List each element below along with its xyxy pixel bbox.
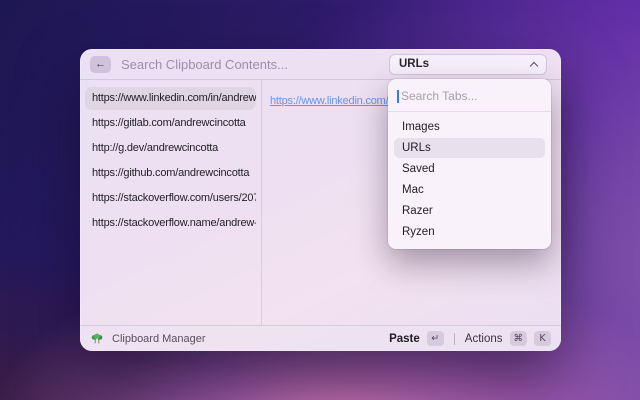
tabs-search-placeholder: Search Tabs... bbox=[401, 89, 478, 103]
actions-button[interactable]: Actions bbox=[465, 333, 503, 345]
back-button[interactable]: ← bbox=[90, 56, 111, 73]
paste-button[interactable]: Paste bbox=[389, 333, 420, 345]
back-arrow-icon: ← bbox=[95, 58, 106, 70]
return-key-badge: ↵ bbox=[427, 331, 444, 346]
footer-divider bbox=[454, 333, 455, 345]
footer-actions: Paste ↵ Actions ⌘ K bbox=[389, 331, 551, 346]
filter-dropdown-button[interactable]: URLs bbox=[389, 54, 547, 75]
filter-selected-label: URLs bbox=[399, 58, 429, 70]
list-item[interactable]: https://www.linkedin.com/in/andrew... bbox=[85, 87, 256, 110]
dropdown-item-ryzen[interactable]: Ryzen bbox=[394, 222, 545, 242]
list-item[interactable]: http://g.dev/andrewcincotta bbox=[85, 137, 256, 160]
list-item[interactable]: https://gitlab.com/andrewcincotta bbox=[85, 112, 256, 135]
dropdown-item-saved[interactable]: Saved bbox=[394, 159, 545, 179]
clipboard-search-input[interactable]: Search Clipboard Contents... bbox=[121, 57, 288, 72]
command-key-badge: ⌘ bbox=[510, 331, 528, 346]
preview-link[interactable]: https://www.linkedin.com/ bbox=[270, 95, 389, 107]
dropdown-divider bbox=[388, 111, 551, 112]
dropdown-item-urls[interactable]: URLs bbox=[394, 138, 545, 158]
text-caret bbox=[397, 90, 399, 103]
window-header: ← Search Clipboard Contents... URLs bbox=[80, 49, 561, 80]
list-item[interactable]: https://stackoverflow.com/users/207... bbox=[85, 187, 256, 210]
chevron-up-icon bbox=[530, 61, 538, 69]
clipboard-item-list: https://www.linkedin.com/in/andrew... ht… bbox=[80, 80, 262, 325]
desktop-background: ← Search Clipboard Contents... URLs http… bbox=[0, 0, 640, 400]
k-key-badge: K bbox=[534, 331, 551, 346]
dropdown-item-images[interactable]: Images bbox=[394, 117, 545, 137]
tabs-search-input[interactable]: Search Tabs... bbox=[394, 84, 545, 108]
list-item[interactable]: https://stackoverflow.name/andrew-... bbox=[85, 212, 256, 235]
filter-dropdown-panel: Search Tabs... Images URLs Saved Mac Raz… bbox=[388, 79, 551, 249]
broccoli-icon bbox=[90, 332, 104, 346]
list-item[interactable]: https://github.com/andrewcincotta bbox=[85, 162, 256, 185]
app-name-label: Clipboard Manager bbox=[112, 333, 206, 345]
dropdown-item-razer[interactable]: Razer bbox=[394, 201, 545, 221]
dropdown-item-mac[interactable]: Mac bbox=[394, 180, 545, 200]
status-bar: Clipboard Manager Paste ↵ Actions ⌘ K bbox=[80, 325, 561, 351]
